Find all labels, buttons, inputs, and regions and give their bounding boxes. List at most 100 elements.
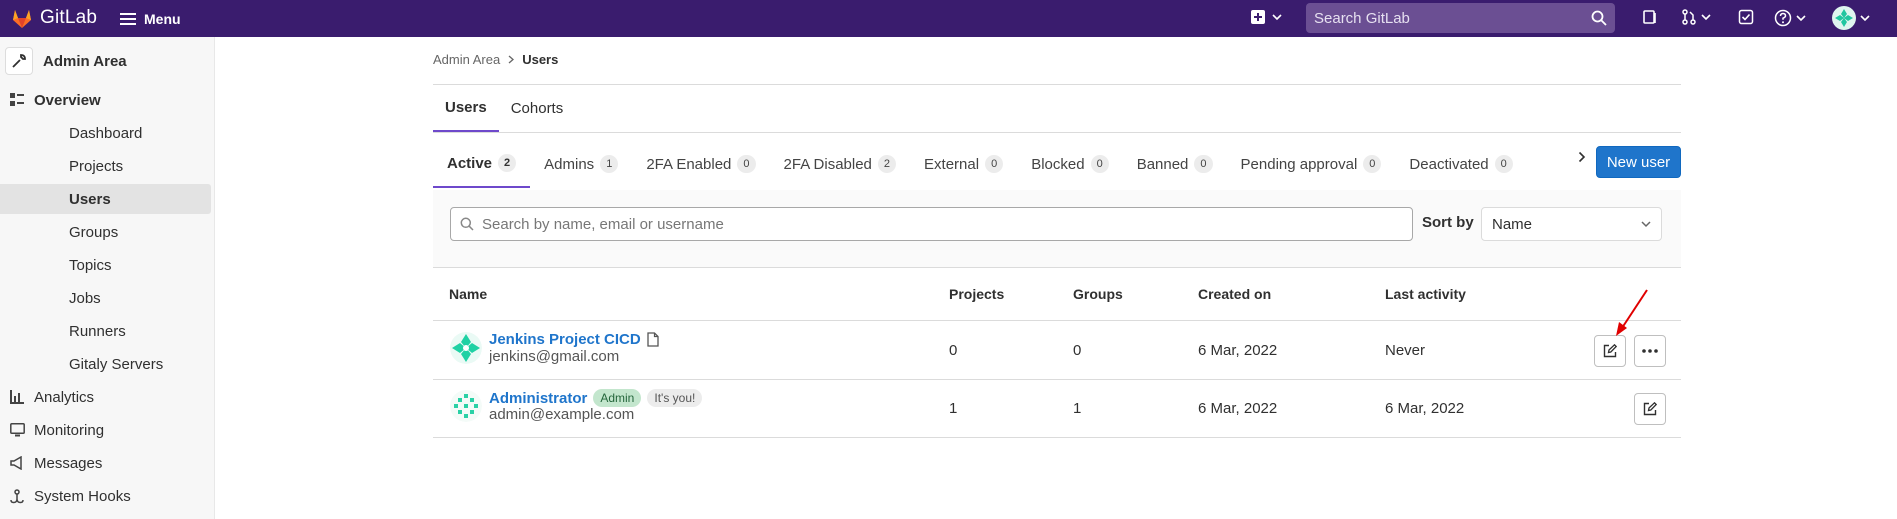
sidebar-item-overview[interactable]: Overview bbox=[0, 85, 215, 115]
sidebar-item-system-hooks[interactable]: System Hooks bbox=[0, 481, 215, 511]
sidebar-item-projects[interactable]: Projects bbox=[0, 151, 211, 181]
user-filter-tabs: Active 2 Admins 1 2FA Enabled 0 2FA Disable… bbox=[433, 140, 1527, 188]
sidebar: Admin Area Overview Dashboard Projects U… bbox=[0, 37, 215, 519]
global-search-placeholder: Search GitLab bbox=[1314, 10, 1410, 27]
sidebar-item-jobs[interactable]: Jobs bbox=[0, 283, 211, 313]
chevron-down-icon bbox=[1701, 14, 1711, 21]
divider bbox=[433, 379, 1681, 380]
admin-area-badge bbox=[5, 47, 33, 75]
divider bbox=[433, 84, 1681, 85]
filter-tab-admins[interactable]: Admins 1 bbox=[530, 140, 632, 188]
gitlab-logo-icon bbox=[13, 10, 31, 28]
divider bbox=[433, 320, 1681, 321]
sidebar-item-dashboard[interactable]: Dashboard bbox=[0, 118, 211, 148]
filter-tab-2fa-enabled[interactable]: 2FA Enabled 0 bbox=[632, 140, 769, 188]
sidebar-item-monitoring[interactable]: Monitoring bbox=[0, 415, 215, 445]
merge-requests-button[interactable] bbox=[1681, 9, 1711, 25]
user-name-link[interactable]: Administrator Admin It's you! bbox=[489, 389, 703, 407]
tab-label: Cohorts bbox=[510, 99, 564, 117]
filter-tab-label: External bbox=[924, 155, 980, 173]
count-badge: 0 bbox=[1494, 155, 1513, 173]
scroll-tabs-right-button[interactable] bbox=[1578, 151, 1586, 163]
edit-user-button[interactable] bbox=[1594, 335, 1626, 367]
sidebar-item-label: Dashboard bbox=[69, 124, 143, 142]
help-button[interactable] bbox=[1774, 9, 1806, 27]
sidebar-item-label: Gitaly Servers bbox=[69, 355, 164, 373]
user-name: Administrator bbox=[489, 389, 588, 407]
count-badge: 1 bbox=[600, 155, 619, 173]
filter-tab-deactivated[interactable]: Deactivated 0 bbox=[1395, 140, 1526, 188]
issues-button[interactable] bbox=[1642, 9, 1658, 25]
filter-tab-banned[interactable]: Banned 0 bbox=[1123, 140, 1227, 188]
created-on: 6 Mar, 2022 bbox=[1198, 400, 1278, 417]
projects-count: 1 bbox=[949, 400, 958, 417]
user-actions-more-button[interactable] bbox=[1634, 335, 1666, 367]
app-name: GitLab bbox=[40, 7, 98, 28]
new-dropdown-button[interactable] bbox=[1250, 9, 1282, 25]
avatar bbox=[450, 390, 482, 422]
monitoring-icon bbox=[10, 423, 25, 437]
menu-button[interactable]: Menu bbox=[120, 0, 181, 37]
sidebar-item-analytics[interactable]: Analytics bbox=[0, 382, 215, 412]
user-name-link[interactable]: Jenkins Project CICD bbox=[489, 331, 659, 348]
its-you-badge: It's you! bbox=[647, 389, 703, 407]
groups-count: 0 bbox=[1073, 342, 1082, 359]
user-avatar bbox=[1832, 6, 1856, 30]
chevron-down-icon bbox=[1272, 14, 1282, 21]
chevron-right-icon bbox=[1578, 151, 1586, 163]
sidebar-item-users[interactable]: Users bbox=[0, 184, 211, 214]
sidebar-item-messages[interactable]: Messages bbox=[0, 448, 215, 478]
filter-tab-label: Pending approval bbox=[1240, 155, 1358, 173]
sidebar-item-label: Messages bbox=[34, 454, 103, 472]
sidebar-item-runners[interactable]: Runners bbox=[0, 316, 211, 346]
wrench-icon bbox=[12, 54, 26, 68]
sidebar-item-label: Projects bbox=[69, 157, 124, 175]
tab-users[interactable]: Users bbox=[433, 84, 499, 132]
document-icon bbox=[647, 332, 659, 347]
filter-tab-blocked[interactable]: Blocked 0 bbox=[1017, 140, 1123, 188]
filter-tab-external[interactable]: External 0 bbox=[910, 140, 1017, 188]
sort-by-label: Sort by bbox=[1422, 214, 1474, 231]
gitlab-home-link[interactable]: GitLab bbox=[10, 6, 97, 30]
messages-icon bbox=[10, 456, 22, 470]
last-activity: Never bbox=[1385, 342, 1426, 359]
count-badge: 0 bbox=[1363, 155, 1382, 173]
sort-dropdown[interactable]: Name bbox=[1481, 207, 1662, 241]
tab-cohorts[interactable]: Cohorts bbox=[499, 84, 576, 132]
divider bbox=[433, 437, 1681, 438]
sidebar-item-gitaly-servers[interactable]: Gitaly Servers bbox=[0, 349, 211, 379]
hamburger-icon bbox=[120, 12, 136, 25]
user-search-input[interactable]: Search by name, email or username bbox=[450, 207, 1413, 241]
filter-tab-label: Active bbox=[447, 154, 493, 172]
breadcrumb-admin-area[interactable]: Admin Area bbox=[433, 52, 500, 67]
edit-user-button[interactable] bbox=[1634, 393, 1666, 425]
todos-button[interactable] bbox=[1738, 9, 1754, 25]
column-header-created-on: Created on bbox=[1198, 286, 1272, 302]
filter-tab-pending-approval[interactable]: Pending approval 0 bbox=[1227, 140, 1396, 188]
sort-value: Name bbox=[1492, 216, 1533, 233]
column-header-projects: Projects bbox=[949, 286, 1005, 302]
sidebar-header-admin-area[interactable]: Admin Area bbox=[0, 43, 215, 79]
overview-icon bbox=[10, 93, 24, 106]
last-activity: 6 Mar, 2022 bbox=[1385, 400, 1465, 417]
menu-label: Menu bbox=[144, 10, 181, 27]
annotation-arrow-icon bbox=[1616, 289, 1648, 336]
chevron-down-icon bbox=[1860, 15, 1870, 22]
sidebar-item-topics[interactable]: Topics bbox=[0, 250, 211, 280]
count-badge: 0 bbox=[737, 155, 756, 173]
sidebar-item-groups[interactable]: Groups bbox=[0, 217, 211, 247]
ellipsis-icon bbox=[1642, 349, 1658, 353]
sidebar-item-label: Users bbox=[69, 190, 111, 208]
breadcrumb: Admin Area Users bbox=[433, 52, 558, 67]
global-search-input[interactable]: Search GitLab bbox=[1306, 3, 1615, 33]
sidebar-title: Admin Area bbox=[43, 52, 127, 70]
count-badge: 0 bbox=[985, 155, 1004, 173]
user-menu-button[interactable] bbox=[1832, 6, 1870, 30]
breadcrumb-users[interactable]: Users bbox=[522, 52, 558, 67]
count-badge: 2 bbox=[877, 155, 897, 173]
new-user-button[interactable]: New user bbox=[1596, 146, 1681, 178]
tab-label: Users bbox=[445, 98, 487, 116]
edit-icon bbox=[1603, 344, 1617, 358]
filter-tab-2fa-disabled[interactable]: 2FA Disabled 2 bbox=[770, 140, 911, 188]
filter-tab-active[interactable]: Active 2 bbox=[433, 140, 531, 188]
